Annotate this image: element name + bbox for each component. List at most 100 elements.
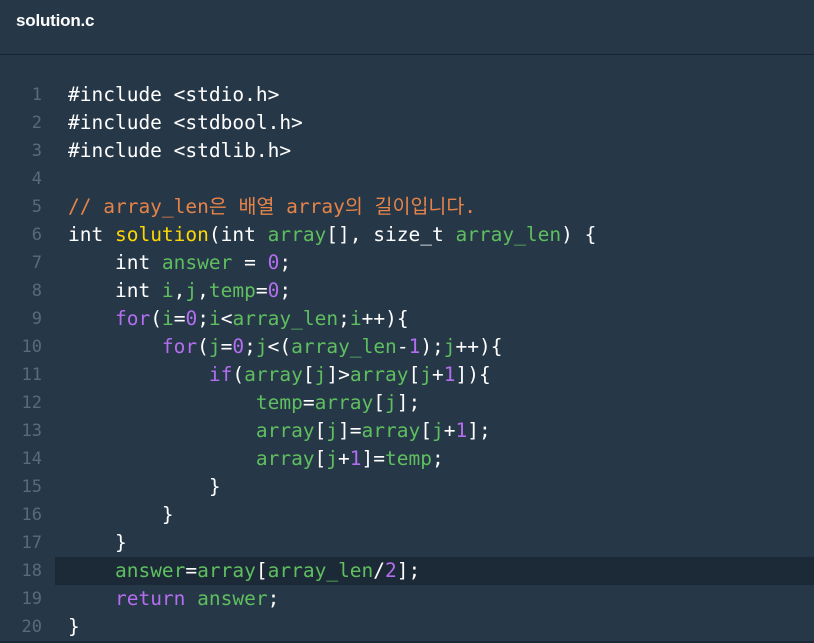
code-text: array[j+1]=temp; — [68, 445, 444, 473]
code-token: 1 — [455, 419, 468, 442]
code-token: , — [197, 279, 209, 302]
code-token: ( — [197, 335, 209, 358]
code-line[interactable]: 8 int i,j,temp=0; — [0, 277, 814, 305]
file-name: solution.c — [16, 11, 95, 30]
code-token: 2 — [385, 559, 397, 582]
code-token: ); — [420, 335, 444, 358]
code-token: [ — [255, 559, 268, 582]
code-token: int — [68, 279, 162, 302]
code-token: array_len — [455, 223, 562, 246]
code-token: = — [255, 279, 268, 302]
code-token: = — [232, 251, 268, 274]
code-token: array_len — [232, 307, 339, 330]
code-token: temp — [385, 447, 432, 470]
code-token: , — [173, 279, 186, 302]
code-text: array[j]=array[j+1]; — [68, 417, 491, 445]
code-token: ]; — [396, 559, 421, 582]
code-text: } — [68, 473, 221, 501]
code-token: #include <stdio.h> — [68, 83, 280, 106]
code-text: } — [68, 501, 174, 529]
code-token: ; — [432, 447, 444, 470]
code-token: return — [114, 587, 186, 610]
code-token: ( — [150, 307, 162, 330]
code-token: = — [302, 391, 315, 414]
code-token: ; — [338, 307, 350, 330]
code-token: array — [361, 419, 421, 442]
code-token: } — [68, 503, 174, 526]
code-token: 0 — [185, 307, 198, 330]
code-token: answer — [114, 559, 186, 582]
code-text: #include <stdbool.h> — [68, 109, 303, 137]
code-token: + — [338, 447, 350, 470]
code-token: ]> — [326, 363, 350, 386]
code-line[interactable]: 7 int answer = 0; — [0, 249, 814, 277]
code-token: [], size_t — [326, 223, 456, 246]
line-number: 5 — [31, 197, 42, 217]
code-line[interactable]: 19 return answer; — [0, 585, 814, 613]
code-token: = — [220, 335, 233, 358]
code-token: } — [68, 475, 221, 498]
code-text: #include <stdio.h> — [68, 81, 279, 109]
code-line[interactable]: 3 #include <stdlib.h> — [0, 137, 814, 165]
code-line[interactable]: 13 array[j]=array[j+1]; — [0, 417, 814, 445]
line-number: 20 — [21, 617, 42, 637]
code-token: j — [420, 363, 433, 386]
line-number: 12 — [21, 393, 42, 413]
code-line[interactable]: 18 answer=array[array_len/2]; — [22, 557, 814, 585]
line-number: 8 — [31, 281, 42, 301]
line-number: 11 — [21, 365, 42, 385]
editor-tab-bar: solution.c — [0, 0, 814, 55]
code-token: + — [443, 419, 456, 442]
code-line[interactable]: 20} — [0, 613, 814, 641]
code-token: ; — [279, 279, 292, 302]
code-line[interactable]: 9 for(i=0;i<array_len;i++){ — [0, 305, 814, 333]
code-token: ]= — [338, 419, 362, 442]
code-line[interactable]: 16 } — [0, 501, 814, 529]
line-number: 2 — [31, 113, 42, 133]
code-line[interactable]: 4 — [0, 165, 814, 193]
code-token: i — [349, 307, 362, 330]
code-token: answer — [197, 587, 268, 610]
code-line[interactable]: 2 #include <stdbool.h> — [0, 109, 814, 137]
code-token: = — [185, 559, 198, 582]
code-line[interactable]: 10 for(j=0;j<(array_len-1);j++){ — [0, 333, 814, 361]
code-line[interactable]: 15 } — [0, 473, 814, 501]
code-area[interactable]: 1 #include <stdio.h> 2 #include <stdbool.h>… — [0, 81, 814, 641]
code-token: for — [114, 307, 151, 330]
code-token: } — [68, 531, 127, 554]
code-token: ; — [244, 335, 256, 358]
line-number: 7 — [31, 253, 42, 273]
code-token: - — [396, 335, 409, 358]
code-token: ++){ — [455, 335, 503, 358]
code-token: ]){ — [455, 363, 491, 386]
code-token: array_len — [291, 335, 397, 358]
code-token: j — [326, 419, 339, 442]
code-token: ]; — [396, 391, 421, 414]
code-text: return answer; — [68, 585, 279, 613]
line-number: 3 — [31, 141, 42, 161]
code-text: int solution(int array[], size_t array_l… — [68, 221, 596, 249]
line-number: 10 — [21, 337, 42, 357]
code-line[interactable]: 6 int solution(int array[], size_t array_… — [0, 221, 814, 249]
line-number: 4 — [31, 169, 42, 189]
code-token: j — [326, 447, 339, 470]
code-line[interactable]: 14 array[j+1]=temp; — [0, 445, 814, 473]
code-token: // array_len은 배열 array의 길이입니다. — [68, 195, 476, 218]
code-editor[interactable]: solution.c 1 #include <stdio.h> 2 #include … — [0, 0, 814, 643]
code-token: [ — [420, 419, 432, 442]
code-line[interactable]: 17 } — [0, 529, 814, 557]
code-line[interactable]: 12 temp=array[j]; — [0, 389, 814, 417]
code-text: answer=array[array_len/2]; — [68, 557, 420, 585]
code-token: / — [373, 559, 386, 582]
line-number: 19 — [21, 589, 42, 609]
code-line[interactable]: 5 // array_len은 배열 array의 길이입니다. — [0, 193, 814, 221]
code-text: #include <stdlib.h> — [68, 137, 291, 165]
code-line[interactable]: 11 if(array[j]>array[j+1]){ — [0, 361, 814, 389]
code-token: 1 — [349, 447, 362, 470]
code-token: j — [431, 419, 444, 442]
code-token: array — [255, 419, 315, 442]
code-line[interactable]: 1 #include <stdio.h> — [0, 81, 814, 109]
